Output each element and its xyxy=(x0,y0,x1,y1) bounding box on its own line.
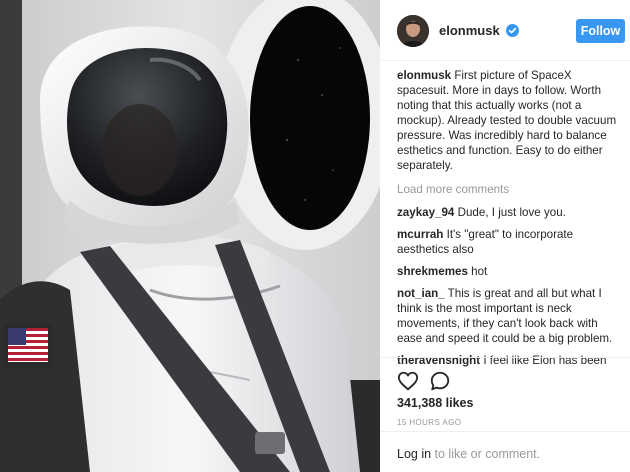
comment-item: shrekmemes hot xyxy=(397,264,625,279)
comment-username[interactable]: not_ian_ xyxy=(397,287,445,300)
verified-badge-icon xyxy=(506,24,519,37)
login-link[interactable]: Log in xyxy=(397,447,431,461)
flag-patch xyxy=(4,324,52,368)
comment-item: not_ian_ This is great and all but what … xyxy=(397,286,625,346)
comment-item: mcurrah It's "great" to incorporate aest… xyxy=(397,227,625,257)
avatar[interactable] xyxy=(397,15,429,47)
spacesuit-image xyxy=(0,0,380,472)
comment-text: Dude, I just love you. xyxy=(454,206,566,219)
comment-username[interactable]: mcurrah xyxy=(397,228,443,241)
comment-item: zaykay_94 Dude, I just love you. xyxy=(397,205,625,220)
login-suffix: to like or comment. xyxy=(431,447,541,461)
caption: elonmusk First picture of SpaceX spacesu… xyxy=(397,68,625,173)
heart-icon[interactable] xyxy=(397,370,419,392)
comment-username[interactable]: zaykay_94 xyxy=(397,206,454,219)
post-header: elonmusk Follow xyxy=(380,0,630,61)
comment-bubble-icon[interactable] xyxy=(429,370,451,392)
caption-text: First picture of SpaceX spacesuit. More … xyxy=(397,69,617,172)
comment-text: hot xyxy=(467,265,488,278)
caption-username[interactable]: elonmusk xyxy=(397,69,451,82)
post-timestamp[interactable]: 15 HOURS AGO xyxy=(397,418,461,427)
post-panel: elonmusk Follow elonmusk First picture o… xyxy=(380,0,630,472)
header-username[interactable]: elonmusk xyxy=(439,23,500,38)
post-actions: 341,388 likes 15 HOURS AGO Log in to lik… xyxy=(380,357,630,472)
comment-username[interactable]: shrekmemes xyxy=(397,265,468,278)
likes-count[interactable]: 341,388 likes xyxy=(397,396,473,410)
login-bar: Log in to like or comment. xyxy=(380,431,630,472)
comments-list: elonmusk First picture of SpaceX spacesu… xyxy=(397,68,625,375)
helmet xyxy=(40,26,249,244)
login-prompt: Log in to like or comment. xyxy=(397,447,540,461)
post-photo[interactable] xyxy=(0,0,380,472)
load-more-comments-link[interactable]: Load more comments xyxy=(397,182,625,197)
follow-button[interactable]: Follow xyxy=(576,19,625,43)
